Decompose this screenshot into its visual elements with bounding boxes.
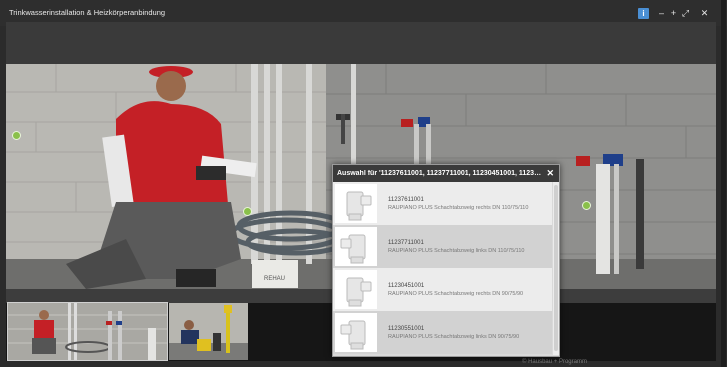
- zoom-in-button[interactable]: +: [668, 8, 679, 19]
- product-item-3[interactable]: 11230451001 RAUPIANO PLUS Schachtabzweig…: [333, 268, 552, 311]
- page-scrollbar[interactable]: [721, 0, 726, 367]
- product-item-1[interactable]: 11237611001 RAUPIANO PLUS Schachtabzweig…: [333, 182, 552, 225]
- product-thumbnail: [335, 227, 377, 266]
- product-thumbnail: [335, 270, 377, 309]
- product-thumbnail: [335, 184, 377, 223]
- info-button[interactable]: i: [638, 8, 649, 19]
- fullscreen-button[interactable]: ⤢: [680, 8, 691, 19]
- product-list: 11237611001 RAUPIANO PLUS Schachtabzweig…: [333, 182, 552, 355]
- hotspot-marker-2[interactable]: [243, 207, 252, 216]
- product-item-4[interactable]: 11230551001 RAUPIANO PLUS Schachtabzweig…: [333, 311, 552, 354]
- zoom-out-button[interactable]: –: [656, 8, 667, 19]
- product-code: 11230551001: [388, 326, 425, 332]
- product-selection-panel: Auswahl für '11237611001, 11237711001, 1…: [332, 164, 560, 357]
- product-description: RAUPIANO PLUS Schachtabzweig rechts DN 9…: [388, 291, 524, 297]
- panel-scrollbar-thumb[interactable]: [554, 185, 558, 351]
- thumbnail-1-image: [8, 303, 167, 360]
- panel-close-icon[interactable]: ✕: [546, 168, 554, 179]
- pipe-fitting-icon: [346, 277, 372, 307]
- product-thumbnail: [335, 313, 377, 352]
- product-code: 11237711001: [388, 240, 424, 246]
- thumbnail-2-image: [169, 303, 248, 360]
- panel-scrollbar[interactable]: [553, 182, 559, 355]
- panel-header: Auswahl für '11237611001, 11237711001, 1…: [333, 165, 559, 182]
- pipe-fitting-icon: [346, 191, 372, 221]
- pipe-fitting-icon: [340, 234, 366, 264]
- image-credit: © Hausbau + Programm: [522, 359, 587, 365]
- hotspot-marker-1[interactable]: [12, 131, 21, 140]
- product-code: 11230451001: [388, 283, 425, 289]
- product-code: 11237611001: [388, 197, 424, 203]
- hotspot-marker-3[interactable]: [582, 201, 591, 210]
- panel-title: Auswahl für '11237611001, 11237711001, 1…: [337, 170, 543, 177]
- thumbnail-2[interactable]: [169, 303, 248, 360]
- window-title: Trinkwasserinstallation & Heizkörperanbi…: [9, 8, 166, 17]
- close-button[interactable]: ✕: [699, 8, 710, 19]
- box-label: REHAU: [264, 276, 285, 282]
- product-description: RAUPIANO PLUS Schachtabzweig rechts DN 1…: [388, 205, 529, 211]
- viewer-top-area: [6, 22, 716, 64]
- pipe-fitting-icon: [340, 320, 366, 350]
- thumbnail-1[interactable]: [7, 302, 168, 361]
- product-description: RAUPIANO PLUS Schachtabzweig links DN 11…: [388, 248, 525, 254]
- product-item-2[interactable]: 11237711001 RAUPIANO PLUS Schachtabzweig…: [333, 225, 552, 268]
- product-description: RAUPIANO PLUS Schachtabzweig links DN 90…: [388, 334, 520, 340]
